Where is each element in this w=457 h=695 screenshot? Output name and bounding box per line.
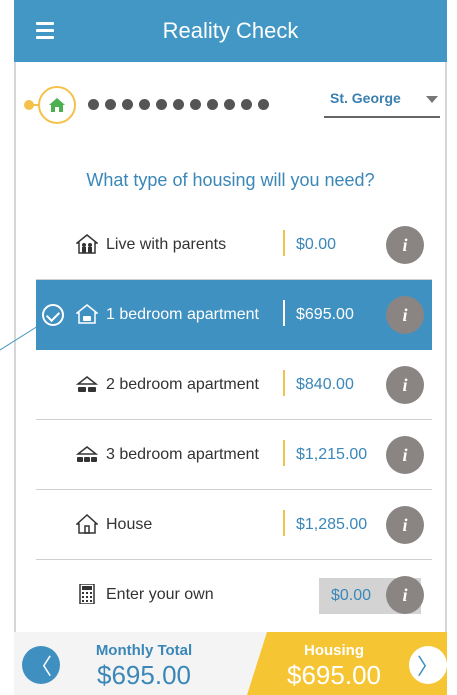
category-value: $695.00 (287, 660, 381, 690)
step-housing[interactable] (38, 86, 76, 124)
location-value: St. George (330, 90, 401, 106)
option-price: $695.00 (296, 306, 354, 323)
family-house-icon (76, 234, 98, 254)
option-1-bedroom-apartment[interactable]: 1 bedroom apartment $695.00 i (36, 280, 432, 350)
monthly-total-value: $695.00 (97, 660, 191, 690)
remaining-steps (88, 99, 269, 110)
progress-steps (14, 82, 304, 128)
apartment-car-icon (76, 304, 98, 324)
check-circle-icon (42, 304, 64, 326)
apartment-three-cars-icon (76, 446, 98, 462)
apartment-two-cars-icon (76, 376, 98, 392)
info-button[interactable]: i (386, 226, 424, 264)
next-button[interactable]: 〉 (409, 646, 447, 684)
footer-bar: 〈 Monthly Total $695.00 Housing $695.00 … (14, 632, 447, 695)
info-button[interactable]: i (386, 506, 424, 544)
option-enter-your-own[interactable]: Enter your own i (36, 560, 432, 630)
question-heading: What type of housing will you need? (86, 170, 375, 190)
option-price: $840.00 (296, 376, 354, 393)
info-button[interactable]: i (386, 366, 424, 404)
monthly-total-label: Monthly Total (95, 642, 193, 659)
divider (283, 440, 285, 466)
info-button[interactable]: i (386, 576, 424, 614)
divider (283, 230, 285, 256)
previous-button[interactable]: 〈 (22, 646, 60, 684)
step-dot[interactable] (122, 99, 133, 110)
info-button[interactable]: i (386, 296, 424, 334)
step-dot[interactable] (139, 99, 150, 110)
progress-start-dot (24, 100, 34, 110)
option-3-bedroom-apartment[interactable]: 3 bedroom apartment $1,215.00 i (36, 420, 432, 490)
option-label: House (106, 516, 153, 533)
option-house[interactable]: House $1,285.00 i (36, 490, 432, 560)
option-label: 1 bedroom apartment (106, 306, 259, 323)
chevron-down-icon (426, 96, 438, 103)
divider (283, 370, 285, 396)
option-2-bedroom-apartment[interactable]: 2 bedroom apartment $840.00 i (36, 350, 432, 420)
option-label: Live with parents (106, 236, 227, 253)
house-icon (76, 514, 98, 534)
category-label: Housing (304, 642, 364, 659)
app-header: Reality Check (14, 0, 447, 62)
option-label: Enter your own (106, 586, 214, 603)
info-button[interactable]: i (386, 436, 424, 474)
option-label: 2 bedroom apartment (106, 376, 259, 393)
app-frame: Reality Check St. George What type of ho… (0, 0, 457, 695)
step-dot[interactable] (105, 99, 116, 110)
calculator-icon (79, 584, 95, 604)
step-dot[interactable] (207, 99, 218, 110)
step-dot[interactable] (156, 99, 167, 110)
location-select[interactable]: St. George (324, 86, 440, 118)
step-dot[interactable] (224, 99, 235, 110)
callout-pointer (0, 325, 39, 351)
step-dot[interactable] (88, 99, 99, 110)
step-dot[interactable] (258, 99, 269, 110)
option-price: $0.00 (296, 236, 337, 253)
option-live-with-parents[interactable]: Live with parents $0.00 i (36, 210, 432, 280)
divider (283, 510, 285, 536)
step-dot[interactable] (241, 99, 252, 110)
home-icon (49, 98, 65, 112)
step-dot[interactable] (190, 99, 201, 110)
step-dot[interactable] (173, 99, 184, 110)
option-label: 3 bedroom apartment (106, 446, 259, 463)
option-price: $1,215.00 (296, 446, 368, 463)
app-title: Reality Check (162, 18, 299, 43)
option-price: $1,285.00 (296, 516, 368, 533)
divider (283, 300, 285, 326)
